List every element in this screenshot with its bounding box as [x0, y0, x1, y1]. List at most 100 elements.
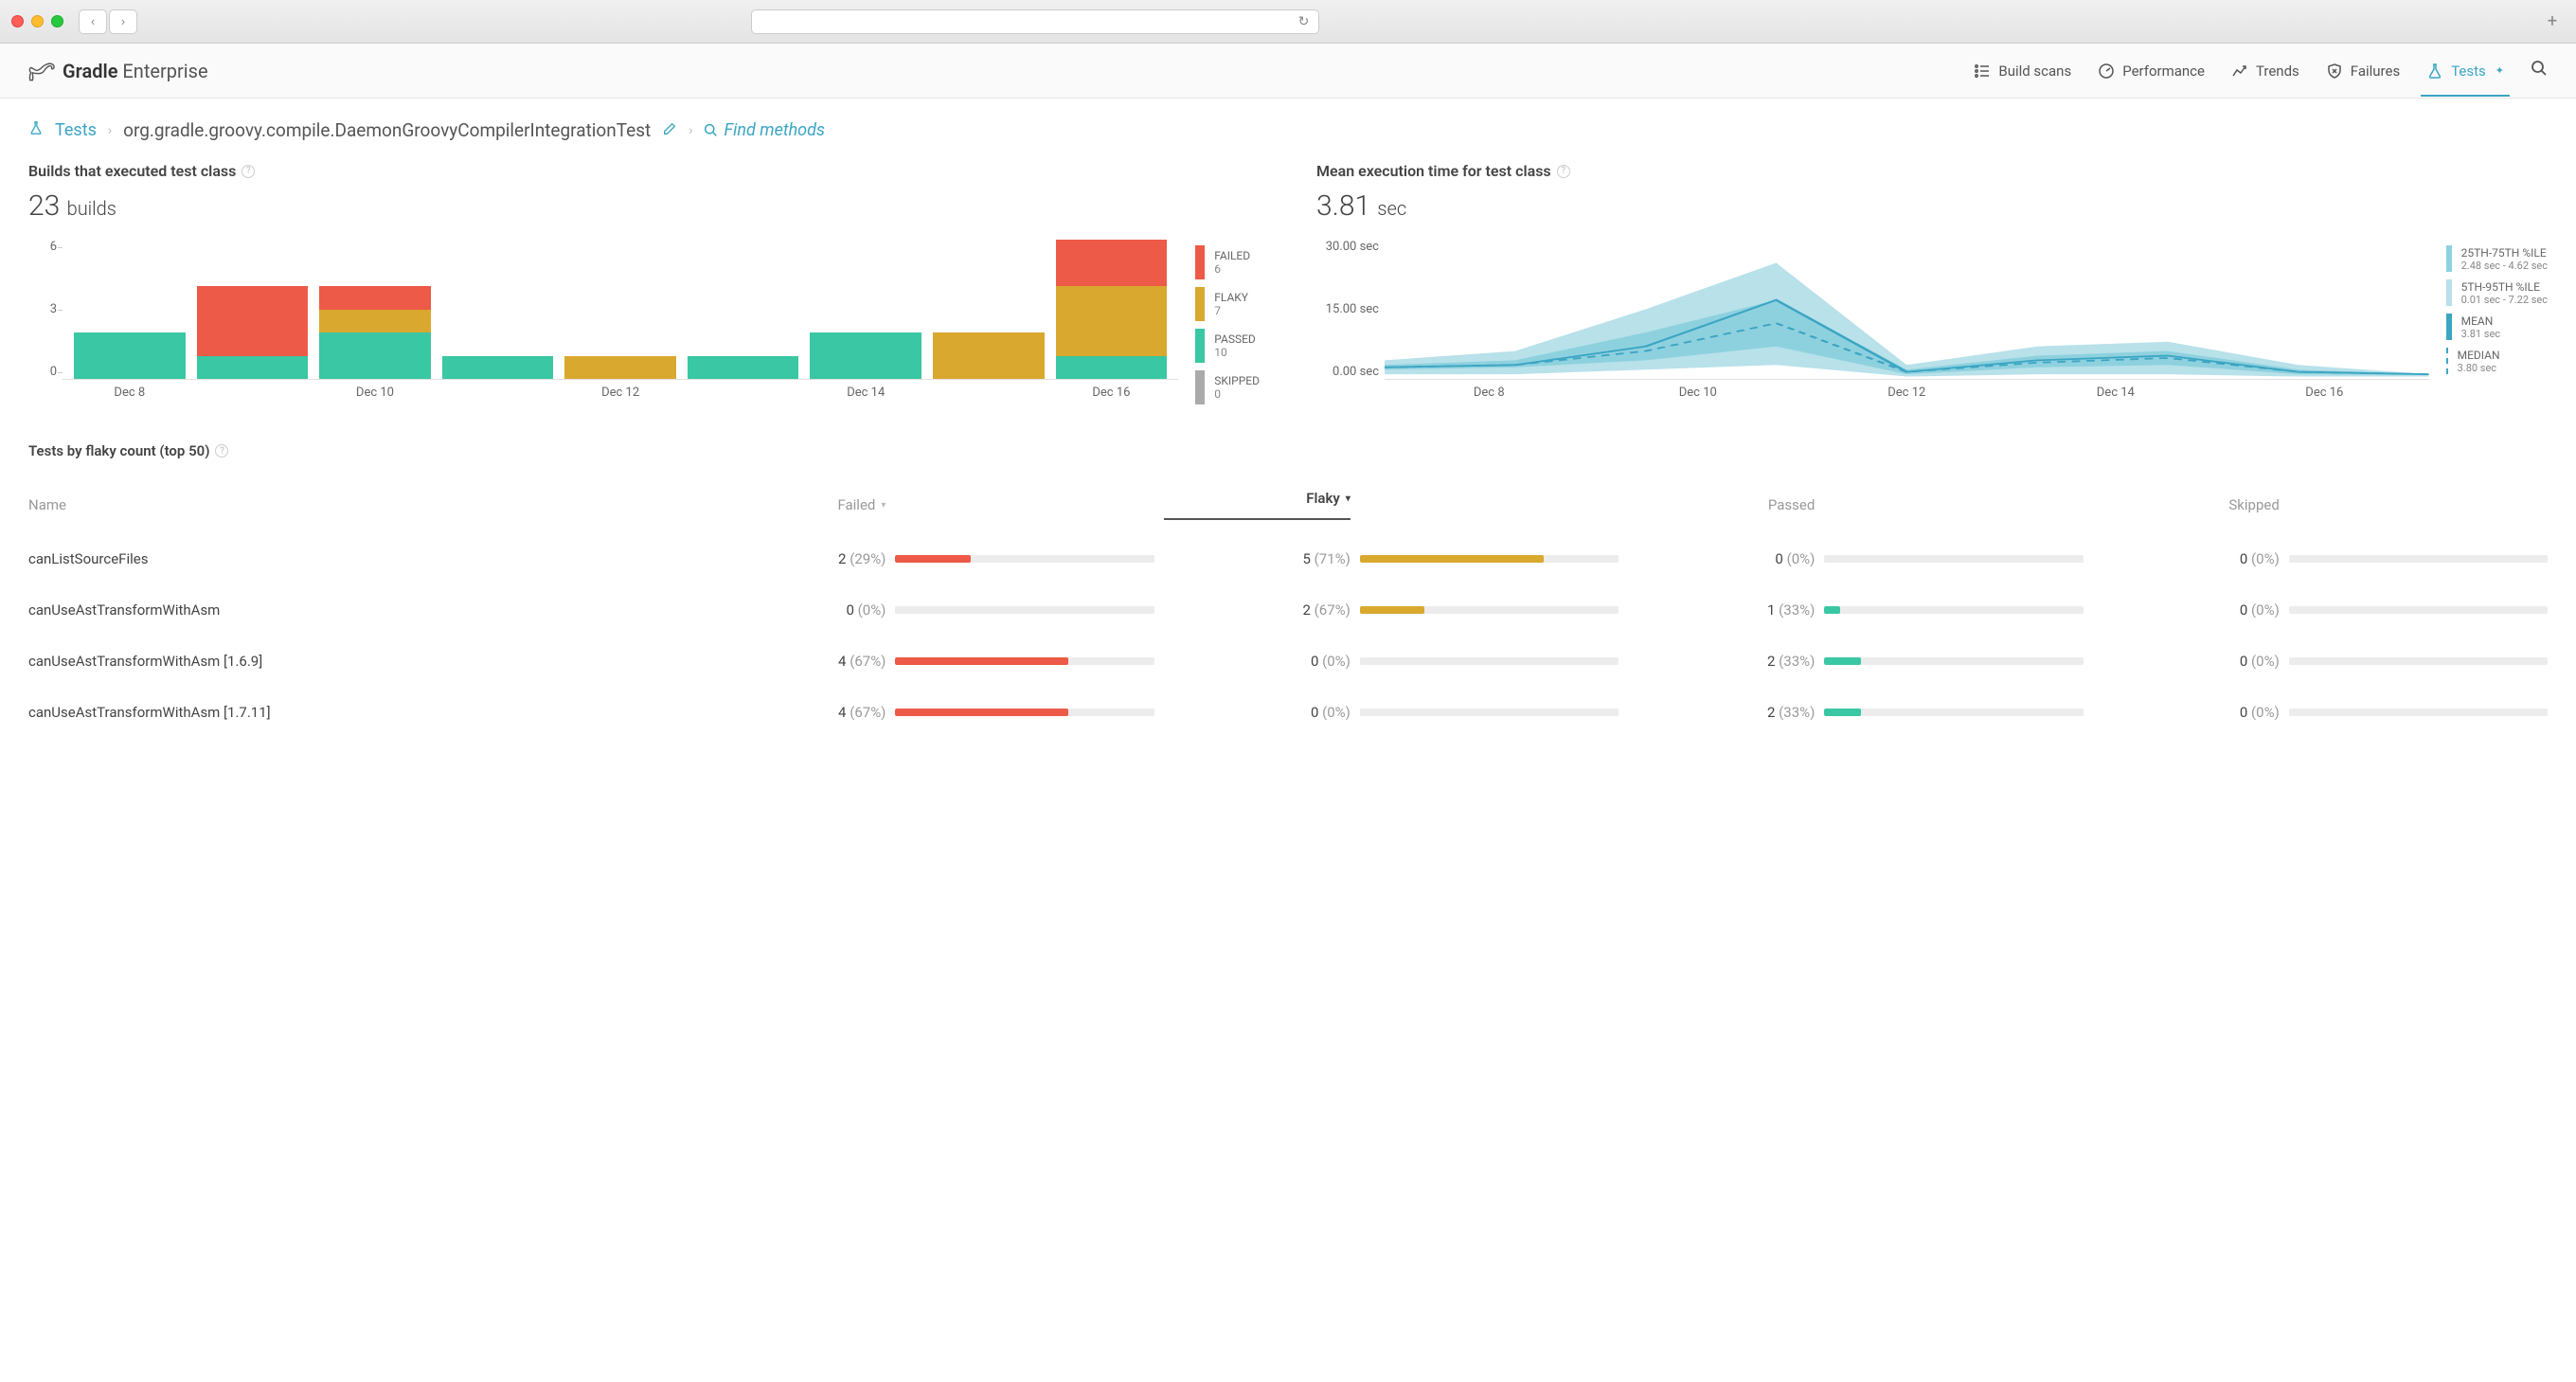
maximize-window-icon[interactable]	[51, 15, 63, 27]
bar-column[interactable]	[810, 240, 921, 379]
failed-bar	[895, 606, 1154, 614]
tests-table: Name Failed ▾ Flaky ▾ Passed Skipped can…	[28, 476, 2548, 738]
help-icon[interactable]: ?	[215, 444, 228, 458]
nav-links: Build scans Performance Trends Failures …	[1974, 45, 2548, 97]
nav-label: Build scans	[1998, 63, 2071, 80]
breadcrumb-tests-link[interactable]: Tests	[55, 120, 97, 140]
th-failed[interactable]: Failed ▾	[699, 496, 886, 513]
flask-icon	[2426, 63, 2443, 80]
skipped-count: 0 (0%)	[2093, 653, 2280, 670]
chevron-right-icon: ›	[108, 123, 112, 138]
nav-label: Tests	[2451, 63, 2486, 80]
search-icon[interactable]	[2531, 60, 2548, 81]
passed-bar	[1824, 555, 2083, 563]
time-legend: 25TH-75TH %ILE2.48 sec - 4.62 sec 5TH-95…	[2446, 245, 2548, 400]
legend-skipped: SKIPPED0	[1195, 370, 1260, 404]
search-icon	[704, 123, 718, 137]
browser-nav-buttons: ‹ ›	[79, 9, 137, 34]
swatch-icon	[2446, 245, 2452, 272]
th-passed[interactable]: Passed	[1628, 496, 1815, 513]
flask-icon	[28, 120, 44, 140]
breadcrumb: Tests › org.gradle.groovy.compile.Daemon…	[0, 99, 2576, 151]
mean-time: 3.81 sec	[1316, 189, 2548, 223]
legend-median: MEDIAN3.80 sec	[2446, 348, 2548, 374]
bar-column[interactable]	[74, 240, 186, 379]
sparkle-icon: ✦	[2496, 64, 2504, 77]
close-window-icon[interactable]	[11, 15, 24, 27]
find-methods-link[interactable]: Find methods	[704, 120, 825, 140]
bar-column[interactable]	[442, 240, 554, 379]
panel-title: Builds that executed test class ?	[28, 162, 1260, 180]
builds-chart-panel: Builds that executed test class ? 23 bui…	[28, 162, 1260, 404]
legend-p0595: 5TH-95TH %ILE0.01 sec - 7.22 sec	[2446, 279, 2548, 306]
bar-column[interactable]	[933, 240, 1045, 379]
failed-count: 2 (29%)	[699, 550, 886, 567]
gradle-icon	[28, 60, 55, 82]
help-icon[interactable]: ?	[242, 165, 255, 178]
passed-count: 2 (33%)	[1628, 653, 1815, 670]
passed-count: 1 (33%)	[1628, 601, 1815, 619]
minimize-window-icon[interactable]	[31, 15, 44, 27]
list-icon	[1974, 63, 1991, 80]
skipped-bar	[2289, 657, 2548, 665]
url-bar[interactable]	[751, 9, 1319, 34]
skipped-bar	[2289, 555, 2548, 563]
logo[interactable]: Gradle Enterprise	[28, 60, 208, 82]
failed-bar	[895, 555, 1154, 563]
legend-passed: PASSED10	[1195, 329, 1260, 363]
main-content: Builds that executed test class ? 23 bui…	[0, 151, 2576, 766]
test-name: canUseAstTransformWithAsm	[28, 601, 689, 619]
time-chart-panel: Mean execution time for test class ? 3.8…	[1316, 162, 2548, 404]
passed-bar	[1824, 657, 2083, 665]
nav-label: Trends	[2256, 63, 2299, 80]
nav-build-scans[interactable]: Build scans	[1974, 45, 2071, 97]
nav-label: Failures	[2351, 63, 2400, 80]
flaky-count: 5 (71%)	[1164, 550, 1351, 567]
flaky-bar	[1360, 606, 1619, 614]
th-flaky[interactable]: Flaky ▾	[1164, 490, 1351, 520]
forward-button[interactable]: ›	[109, 9, 137, 34]
th-name[interactable]: Name	[28, 496, 689, 513]
nav-tests[interactable]: Tests ✦	[2426, 45, 2504, 97]
passed-bar	[1824, 709, 2083, 716]
failed-count: 4 (67%)	[699, 653, 886, 670]
passed-bar	[1824, 606, 2083, 614]
nav-label: Performance	[2122, 63, 2205, 80]
legend-flaky: FLAKY7	[1195, 287, 1260, 321]
swatch-icon	[1195, 329, 1205, 363]
table-row[interactable]: canUseAstTransformWithAsm [1.7.11]4 (67%…	[28, 687, 2548, 738]
swatch-icon	[1195, 245, 1205, 279]
passed-count: 0 (0%)	[1628, 550, 1815, 567]
table-row[interactable]: canUseAstTransformWithAsm0 (0%)2 (67%)1 …	[28, 584, 2548, 636]
table-row[interactable]: canUseAstTransformWithAsm [1.6.9]4 (67%)…	[28, 636, 2548, 687]
failed-bar	[895, 709, 1154, 716]
bar-column[interactable]	[197, 240, 309, 379]
nav-trends[interactable]: Trends	[2231, 45, 2299, 97]
time-area-chart: 30.00 sec15.00 sec0.00 sec Dec 8Dec 10De…	[1316, 240, 2429, 400]
builds-bar-chart: 630 Dec 8.Dec 10.Dec 12.Dec 14.Dec 16	[28, 240, 1178, 404]
bar-column[interactable]	[319, 240, 431, 379]
th-skipped[interactable]: Skipped	[2093, 496, 2280, 513]
legend-failed: FAILED6	[1195, 245, 1260, 279]
app-header: Gradle Enterprise Build scans Performanc…	[0, 44, 2576, 99]
new-tab-button[interactable]: +	[2540, 9, 2565, 34]
skipped-bar	[2289, 709, 2548, 716]
bar-column[interactable]	[1056, 240, 1168, 379]
skipped-count: 0 (0%)	[2093, 601, 2280, 619]
failed-bar	[895, 657, 1154, 665]
bar-column[interactable]	[688, 240, 799, 379]
nav-failures[interactable]: Failures	[2326, 45, 2400, 97]
back-button[interactable]: ‹	[79, 9, 107, 34]
nav-performance[interactable]: Performance	[2098, 45, 2205, 97]
legend-p2575: 25TH-75TH %ILE2.48 sec - 4.62 sec	[2446, 245, 2548, 272]
bar-column[interactable]	[564, 240, 676, 379]
failed-count: 0 (0%)	[699, 601, 886, 619]
edit-icon[interactable]	[662, 121, 677, 140]
logo-text: Gradle Enterprise	[63, 60, 208, 82]
gauge-icon	[2098, 63, 2115, 80]
browser-chrome: ‹ › +	[0, 0, 2576, 44]
trends-icon	[2231, 63, 2248, 80]
table-row[interactable]: canListSourceFiles2 (29%)5 (71%)0 (0%)0 …	[28, 533, 2548, 584]
skipped-count: 0 (0%)	[2093, 704, 2280, 721]
help-icon[interactable]: ?	[1557, 165, 1570, 178]
